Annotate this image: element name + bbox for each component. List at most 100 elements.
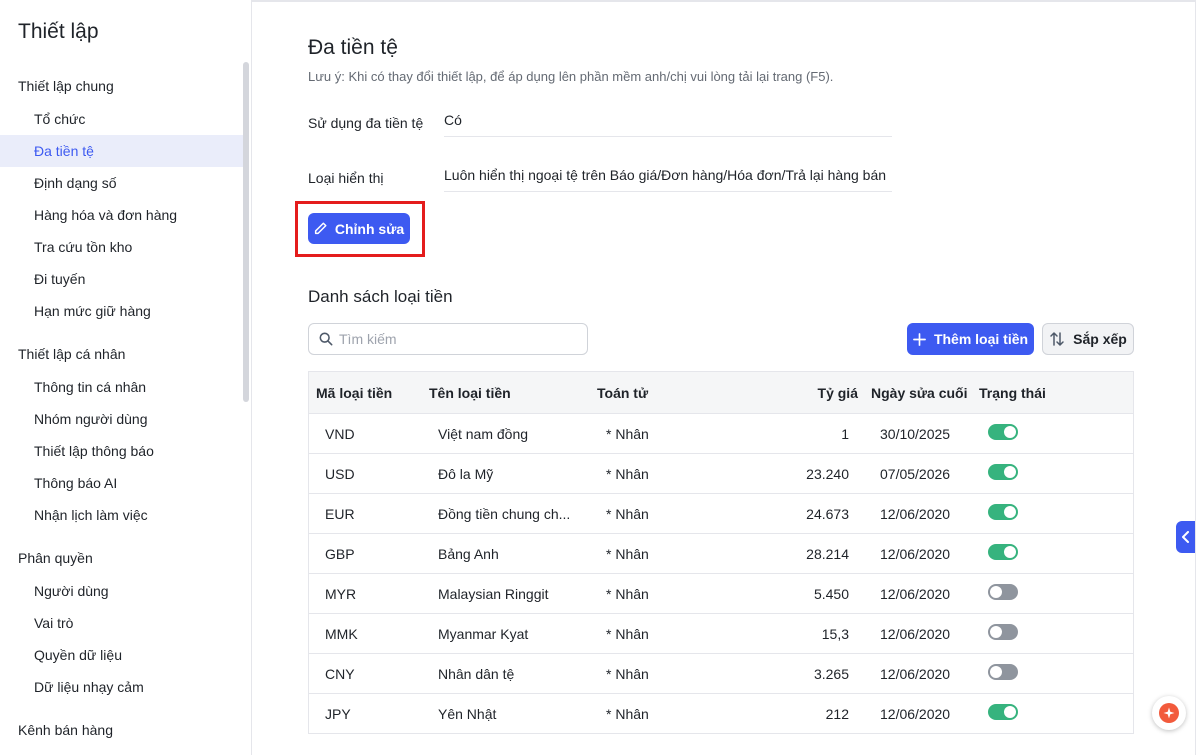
status-toggle[interactable] xyxy=(988,544,1018,560)
table-row[interactable]: CNY Nhân dân tệ * Nhân 3.265 12/06/2020 xyxy=(309,654,1133,694)
ai-assistant-button[interactable] xyxy=(1152,696,1186,730)
currency-name: Nhân dân tệ xyxy=(438,666,515,682)
table-row[interactable]: USD Đô la Mỹ * Nhân 23.240 07/05/2026 xyxy=(309,454,1133,494)
currency-operator: * Nhân xyxy=(606,546,649,562)
column-header-status[interactable]: Trạng thái xyxy=(979,372,1046,414)
field-label-use-multi-currency: Sử dụng đa tiền tệ xyxy=(308,115,424,131)
sort-button[interactable]: Sắp xếp xyxy=(1042,323,1134,355)
sidebar-item-user-groups[interactable]: Nhóm người dùng xyxy=(0,403,243,435)
group-label-personal: Thiết lập cá nhân xyxy=(18,346,126,362)
column-header-name[interactable]: Tên loại tiền xyxy=(429,372,511,414)
toggle-knob xyxy=(990,666,1002,678)
column-header-operator[interactable]: Toán tử xyxy=(597,372,648,414)
status-toggle[interactable] xyxy=(988,464,1018,480)
table-row[interactable]: JPY Yên Nhật * Nhân 212 12/06/2020 xyxy=(309,694,1133,734)
currency-rate: 23.240 xyxy=(806,466,849,482)
currency-code: MMK xyxy=(325,626,358,642)
sidebar-item-inventory-lookup[interactable]: Tra cứu tồn kho xyxy=(0,231,243,263)
currency-operator: * Nhân xyxy=(606,426,649,442)
top-divider xyxy=(252,0,1196,2)
add-currency-button[interactable]: Thêm loại tiền xyxy=(907,323,1034,355)
sidebar-item-notification-settings[interactable]: Thiết lập thông báo xyxy=(0,435,243,467)
currency-operator: * Nhân xyxy=(606,506,649,522)
column-header-last-modified[interactable]: Ngày sửa cuối xyxy=(871,372,968,414)
currency-name: Việt nam đồng xyxy=(438,426,529,442)
chevron-left-icon xyxy=(1182,531,1189,543)
currency-rate: 1 xyxy=(841,426,849,442)
search-box[interactable] xyxy=(308,323,588,355)
sidebar-item-hold-limit[interactable]: Hạn mức giữ hàng xyxy=(0,295,243,327)
currency-last-modified: 30/10/2025 xyxy=(880,426,951,442)
sidebar-item-ai-notifications[interactable]: Thông báo AI xyxy=(0,467,243,499)
group-label-permissions: Phân quyền xyxy=(18,550,93,566)
group-label-sales-channels: Kênh bán hàng xyxy=(18,722,113,738)
table-row[interactable]: GBP Bảng Anh * Nhân 28.214 12/06/2020 xyxy=(309,534,1133,574)
toggle-knob xyxy=(1004,506,1016,518)
table-row[interactable]: VND Việt nam đồng * Nhân 1 30/10/2025 xyxy=(309,414,1133,454)
currency-code: JPY xyxy=(325,706,351,722)
sidebar-item-sensitive-data[interactable]: Dữ liệu nhạy cảm xyxy=(0,671,243,703)
plus-icon xyxy=(913,332,926,346)
toggle-knob xyxy=(1004,546,1016,558)
sidebar-item-multi-currency[interactable]: Đa tiền tệ xyxy=(0,135,243,167)
sort-icon xyxy=(1050,332,1064,346)
currency-last-modified: 12/06/2020 xyxy=(880,706,951,722)
sidebar-item-work-schedule[interactable]: Nhận lịch làm việc xyxy=(0,499,243,531)
add-currency-label: Thêm loại tiền xyxy=(933,331,1029,347)
reload-note: Lưu ý: Khi có thay đổi thiết lập, để áp … xyxy=(308,69,834,84)
column-header-code[interactable]: Mã loại tiền xyxy=(316,372,392,414)
currency-name: Malaysian Ringgit xyxy=(438,586,549,602)
column-header-rate[interactable]: Tỷ giá xyxy=(749,372,858,414)
table-row[interactable]: MMK Myanmar Kyat * Nhân 15,3 12/06/2020 xyxy=(309,614,1133,654)
table-row[interactable]: EUR Đồng tiền chung ch... * Nhân 24.673 12/0… xyxy=(309,494,1133,534)
currency-list-title: Danh sách loại tiền xyxy=(308,287,453,306)
status-toggle[interactable] xyxy=(988,624,1018,640)
sidebar-scrollbar[interactable] xyxy=(243,62,249,402)
toggle-knob xyxy=(1004,706,1016,718)
table-row[interactable]: MYR Malaysian Ringgit * Nhân 5.450 12/06/202… xyxy=(309,574,1133,614)
field-label-display-type: Loại hiển thị xyxy=(308,170,384,186)
table-body: VND Việt nam đồng * Nhân 1 30/10/2025 USD Đô l… xyxy=(309,414,1133,734)
toggle-knob xyxy=(1004,466,1016,478)
sidebar-item-data-permissions[interactable]: Quyền dữ liệu xyxy=(0,639,243,671)
settings-sidebar: Thiết lập Thiết lập chung Tổ chức Đa tiề… xyxy=(0,0,252,755)
sidebar-item-goods-orders[interactable]: Hàng hóa và đơn hàng xyxy=(0,199,243,231)
status-toggle[interactable] xyxy=(988,424,1018,440)
toggle-knob xyxy=(990,586,1002,598)
sort-label: Sắp xếp xyxy=(1073,331,1127,347)
sidebar-item-number-format[interactable]: Định dạng số xyxy=(0,167,243,199)
currency-name: Myanmar Kyat xyxy=(438,626,529,642)
currency-rate: 28.214 xyxy=(806,546,849,562)
sidebar-item-personal-info[interactable]: Thông tin cá nhân xyxy=(0,371,243,403)
table-header: Mã loại tiền Tên loại tiền Toán tử Tỷ gi… xyxy=(309,372,1133,414)
currency-last-modified: 12/06/2020 xyxy=(880,506,951,522)
sidebar-item-roles[interactable]: Vai trò xyxy=(0,607,243,639)
status-toggle[interactable] xyxy=(988,664,1018,680)
sidebar-item-routes[interactable]: Đi tuyến xyxy=(0,263,243,295)
field-value-display-type: Luôn hiển thị ngoại tệ trên Báo giá/Đơn … xyxy=(444,162,892,192)
currency-name: Đồng tiền chung ch... xyxy=(438,506,571,522)
collapse-panel-tab[interactable] xyxy=(1176,521,1196,553)
field-value-use-multi-currency: Có xyxy=(444,107,892,137)
status-toggle[interactable] xyxy=(988,584,1018,600)
currency-operator: * Nhân xyxy=(606,626,649,642)
currency-code: USD xyxy=(325,466,355,482)
currency-operator: * Nhân xyxy=(606,466,649,482)
currency-rate: 3.265 xyxy=(813,666,849,682)
currency-last-modified: 12/06/2020 xyxy=(880,666,951,682)
sidebar-item-organization[interactable]: Tổ chức xyxy=(0,103,243,135)
currency-name: Yên Nhật xyxy=(438,706,497,722)
toggle-knob xyxy=(990,626,1002,638)
toggle-knob xyxy=(1004,426,1016,438)
search-input[interactable] xyxy=(339,331,569,347)
status-toggle[interactable] xyxy=(988,504,1018,520)
currency-code: GBP xyxy=(325,546,355,562)
sidebar-item-users[interactable]: Người dùng xyxy=(0,575,243,607)
group-label-general: Thiết lập chung xyxy=(18,78,114,94)
currency-rate: 212 xyxy=(825,706,849,722)
status-toggle[interactable] xyxy=(988,704,1018,720)
currency-last-modified: 12/06/2020 xyxy=(880,626,951,642)
edit-button[interactable]: Chỉnh sửa xyxy=(308,213,410,244)
currency-code: VND xyxy=(325,426,355,442)
search-icon xyxy=(319,332,333,346)
